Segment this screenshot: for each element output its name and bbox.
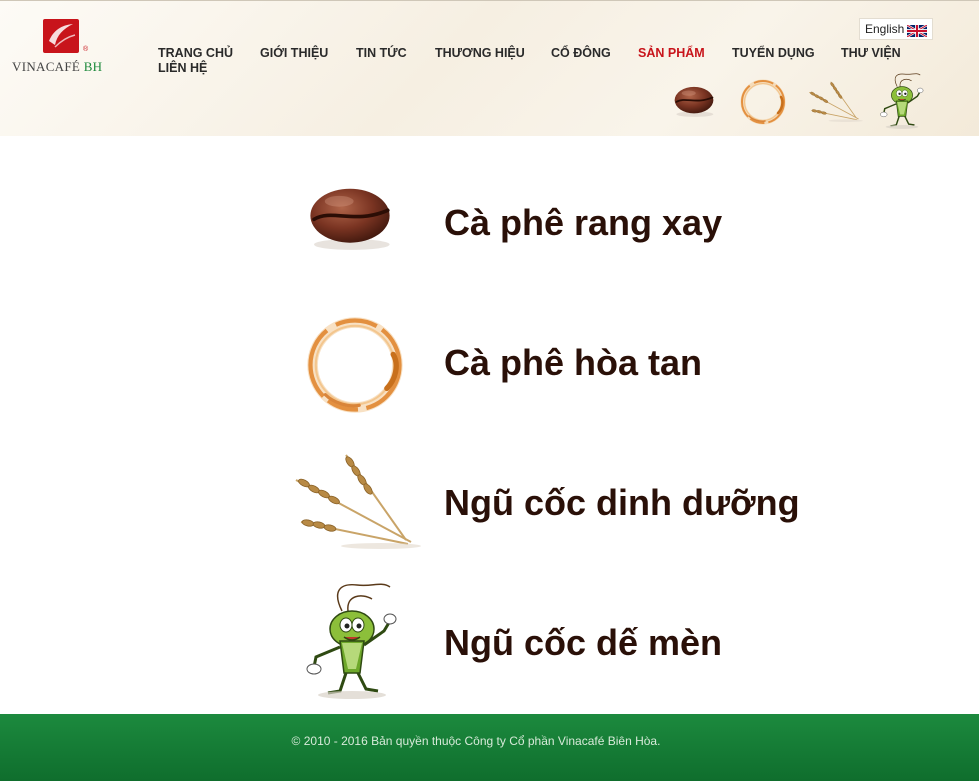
product-item-ground-coffee[interactable]: Cà phê rang xay: [280, 150, 880, 280]
nav-item-products[interactable]: SẢN PHẨM: [638, 46, 705, 60]
vinacafe-logo[interactable]: ® VINACAFÉ BH: [12, 19, 116, 75]
coffee-ring-icon: [280, 292, 430, 422]
copyright-text: © 2010 - 2016 Bản quyền thuộc Công ty Cổ…: [291, 734, 661, 748]
product-item-instant-coffee[interactable]: Cà phê hòa tan: [280, 292, 880, 422]
site-header: ® VINACAFÉ BH TRANG CHỦ GIỚI THIỆU TIN T…: [0, 0, 979, 136]
nav-item-news[interactable]: TIN TỨC: [356, 46, 407, 60]
header-product-thumbnails: [668, 71, 938, 133]
product-item-nutritional-cereal[interactable]: Ngũ cốc dinh dưỡng: [280, 432, 880, 562]
wheat-icon[interactable]: [805, 79, 865, 123]
uk-flag-icon: [907, 25, 927, 37]
product-label[interactable]: Cà phê hòa tan: [444, 342, 702, 384]
nav-item-brands[interactable]: THƯƠNG HIỆU: [435, 46, 525, 60]
cricket-mascot-icon[interactable]: [878, 71, 926, 131]
nav-item-home[interactable]: TRANG CHỦ: [158, 46, 233, 60]
brand-name: VINACAFÉ: [12, 59, 81, 74]
brand-wordmark: VINACAFÉ BH: [12, 59, 102, 75]
nav-item-shareholders[interactable]: CỔ ĐÔNG: [551, 46, 611, 60]
product-label[interactable]: Ngũ cốc dế mèn: [444, 622, 722, 664]
nav-item-about[interactable]: GIỚI THIỆU: [260, 46, 328, 60]
cricket-mascot-icon: [305, 582, 398, 701]
wheat-icon: [295, 454, 422, 550]
brand-suffix: BH: [83, 59, 103, 74]
nav-item-library[interactable]: THƯ VIỆN: [841, 46, 901, 60]
coffee-bean-icon: [308, 186, 392, 252]
coffee-bean-icon[interactable]: [672, 83, 716, 119]
language-label: English: [865, 22, 905, 36]
nav-item-careers[interactable]: TUYỂN DỤNG: [732, 46, 815, 60]
product-item-cricket-cereal[interactable]: Ngũ cốc dế mèn: [280, 572, 880, 702]
logo-emblem-icon: [43, 19, 79, 53]
product-label[interactable]: Cà phê rang xay: [444, 202, 722, 244]
product-label[interactable]: Ngũ cốc dinh dưỡng: [444, 482, 800, 524]
nav-item-contact[interactable]: LIÊN HỆ: [158, 61, 207, 75]
coffee-ring-icon[interactable]: [738, 77, 788, 127]
registered-mark: ®: [83, 46, 89, 53]
language-switcher[interactable]: English: [859, 18, 933, 40]
site-footer: © 2010 - 2016 Bản quyền thuộc Công ty Cổ…: [0, 714, 979, 781]
